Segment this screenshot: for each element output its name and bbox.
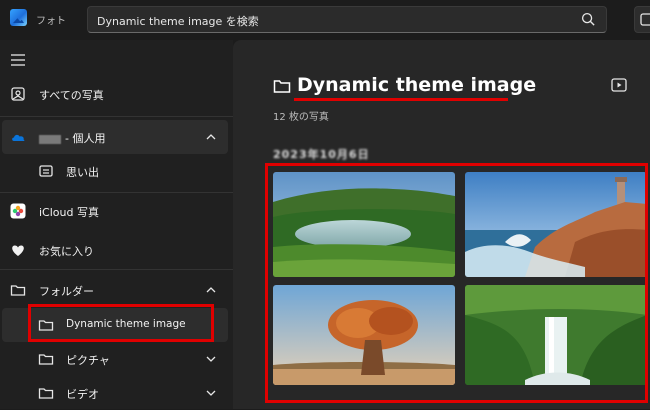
sidebar-item-label: iCloud 写真	[39, 206, 99, 219]
memories-icon	[39, 165, 53, 177]
heart-icon	[12, 245, 24, 256]
photos-highlight-box	[265, 163, 648, 403]
folder-icon	[38, 354, 54, 365]
sidebar-item-label: 思い出	[66, 166, 99, 179]
chevron-down-icon[interactable]	[206, 355, 216, 363]
app-title: フォト	[36, 16, 66, 27]
sidebar-item-videos[interactable]: ビデオ	[2, 376, 228, 410]
folder-icon	[38, 388, 54, 399]
sidebar-item-favorites[interactable]: お気に入り	[2, 233, 228, 267]
sidebar-item-label: すべての写真	[39, 89, 104, 102]
sidebar-item-pictures[interactable]: ピクチャ	[2, 342, 228, 376]
sidebar-item-folders[interactable]: フォルダー	[2, 273, 228, 307]
sidebar-item-all-photos[interactable]: すべての写真	[2, 77, 228, 111]
search-query: Dynamic theme image を検索	[97, 15, 259, 28]
sidebar-item-icloud[interactable]: iCloud 写真	[2, 194, 228, 228]
chevron-down-icon[interactable]	[206, 389, 216, 397]
divider	[0, 116, 233, 117]
slideshow-icon[interactable]	[611, 78, 627, 92]
divider	[0, 269, 233, 270]
search-icon[interactable]	[581, 12, 596, 27]
search-input[interactable]: Dynamic theme image を検索	[87, 6, 607, 33]
sidebar-item-label: ビデオ	[66, 388, 99, 401]
onedrive-cloud-icon	[12, 134, 25, 141]
folder-icon	[273, 80, 291, 93]
sidebar-item-memories[interactable]: 思い出	[2, 154, 228, 188]
folder-highlight-box	[28, 304, 214, 342]
photo-count: 12 枚の写真	[273, 112, 329, 123]
date-group-header: 2023年10月6日	[273, 148, 370, 161]
title-highlight-underline	[294, 98, 508, 101]
sidebar-item-onedrive[interactable]: - 個人用	[2, 120, 228, 154]
photo-icon	[11, 87, 25, 101]
title-bar: フォト Dynamic theme image を検索	[0, 0, 650, 40]
import-icon	[640, 13, 650, 26]
chevron-up-icon[interactable]	[206, 133, 216, 141]
sidebar-item-label: フォルダー	[39, 285, 94, 298]
import-button[interactable]	[634, 6, 650, 33]
page-title: Dynamic theme image	[297, 74, 537, 96]
sidebar-item-label: ピクチャ	[66, 354, 110, 367]
photos-app-icon	[10, 9, 27, 26]
chevron-up-icon[interactable]	[206, 286, 216, 294]
redacted-account-name	[39, 134, 61, 144]
sidebar: すべての写真 - 個人用 思い出 iCloud 写真 お気に入り フォルダー D…	[0, 40, 233, 409]
icloud-photos-icon	[10, 203, 26, 219]
sidebar-item-label: お気に入り	[39, 245, 94, 258]
divider	[0, 192, 233, 193]
sidebar-item-label: - 個人用	[39, 130, 105, 146]
hamburger-menu-icon[interactable]	[10, 53, 26, 67]
folder-icon	[10, 285, 26, 296]
